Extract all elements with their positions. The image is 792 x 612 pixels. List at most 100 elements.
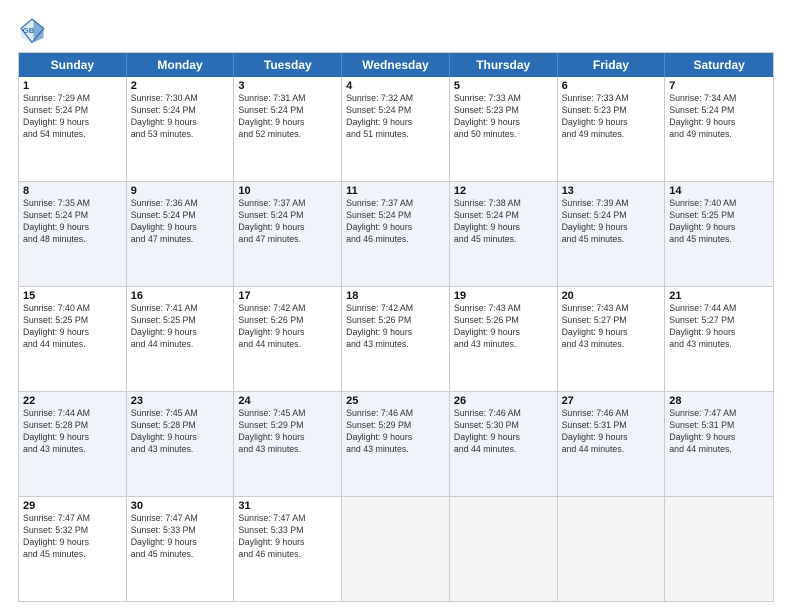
day-number: 7 [669, 80, 769, 92]
day-cell-7: 7Sunrise: 7:34 AMSunset: 5:24 PMDaylight… [665, 77, 773, 181]
day-info: Sunrise: 7:45 AMSunset: 5:29 PMDaylight:… [238, 408, 337, 456]
day-cell-13: 13Sunrise: 7:39 AMSunset: 5:24 PMDayligh… [558, 182, 666, 286]
weekday-header-tuesday: Tuesday [234, 53, 342, 77]
weekday-header-sunday: Sunday [19, 53, 127, 77]
logo: GB [18, 16, 50, 44]
day-number: 28 [669, 395, 769, 407]
day-cell-9: 9Sunrise: 7:36 AMSunset: 5:24 PMDaylight… [127, 182, 235, 286]
day-cell-19: 19Sunrise: 7:43 AMSunset: 5:26 PMDayligh… [450, 287, 558, 391]
page: GB SundayMondayTuesdayWednesdayThursdayF… [0, 0, 792, 612]
day-number: 21 [669, 290, 769, 302]
day-info: Sunrise: 7:47 AMSunset: 5:33 PMDaylight:… [238, 513, 337, 561]
day-info: Sunrise: 7:47 AMSunset: 5:31 PMDaylight:… [669, 408, 769, 456]
day-cell-18: 18Sunrise: 7:42 AMSunset: 5:26 PMDayligh… [342, 287, 450, 391]
day-info: Sunrise: 7:40 AMSunset: 5:25 PMDaylight:… [669, 198, 769, 246]
day-cell-16: 16Sunrise: 7:41 AMSunset: 5:25 PMDayligh… [127, 287, 235, 391]
day-cell-11: 11Sunrise: 7:37 AMSunset: 5:24 PMDayligh… [342, 182, 450, 286]
day-info: Sunrise: 7:33 AMSunset: 5:23 PMDaylight:… [454, 93, 553, 141]
day-info: Sunrise: 7:34 AMSunset: 5:24 PMDaylight:… [669, 93, 769, 141]
day-info: Sunrise: 7:40 AMSunset: 5:25 PMDaylight:… [23, 303, 122, 351]
day-info: Sunrise: 7:30 AMSunset: 5:24 PMDaylight:… [131, 93, 230, 141]
day-info: Sunrise: 7:46 AMSunset: 5:30 PMDaylight:… [454, 408, 553, 456]
day-cell-25: 25Sunrise: 7:46 AMSunset: 5:29 PMDayligh… [342, 392, 450, 496]
day-cell-28: 28Sunrise: 7:47 AMSunset: 5:31 PMDayligh… [665, 392, 773, 496]
day-number: 14 [669, 185, 769, 197]
day-number: 2 [131, 80, 230, 92]
day-cell-12: 12Sunrise: 7:38 AMSunset: 5:24 PMDayligh… [450, 182, 558, 286]
day-info: Sunrise: 7:43 AMSunset: 5:27 PMDaylight:… [562, 303, 661, 351]
day-number: 10 [238, 185, 337, 197]
day-cell-4: 4Sunrise: 7:32 AMSunset: 5:24 PMDaylight… [342, 77, 450, 181]
day-number: 13 [562, 185, 661, 197]
day-number: 16 [131, 290, 230, 302]
day-number: 8 [23, 185, 122, 197]
day-cell-10: 10Sunrise: 7:37 AMSunset: 5:24 PMDayligh… [234, 182, 342, 286]
day-cell-22: 22Sunrise: 7:44 AMSunset: 5:28 PMDayligh… [19, 392, 127, 496]
day-cell-8: 8Sunrise: 7:35 AMSunset: 5:24 PMDaylight… [19, 182, 127, 286]
day-info: Sunrise: 7:46 AMSunset: 5:29 PMDaylight:… [346, 408, 445, 456]
svg-text:GB: GB [23, 26, 35, 35]
day-info: Sunrise: 7:31 AMSunset: 5:24 PMDaylight:… [238, 93, 337, 141]
day-info: Sunrise: 7:47 AMSunset: 5:33 PMDaylight:… [131, 513, 230, 561]
day-cell-20: 20Sunrise: 7:43 AMSunset: 5:27 PMDayligh… [558, 287, 666, 391]
day-number: 9 [131, 185, 230, 197]
day-info: Sunrise: 7:37 AMSunset: 5:24 PMDaylight:… [346, 198, 445, 246]
day-info: Sunrise: 7:46 AMSunset: 5:31 PMDaylight:… [562, 408, 661, 456]
day-info: Sunrise: 7:45 AMSunset: 5:28 PMDaylight:… [131, 408, 230, 456]
calendar-row-4: 22Sunrise: 7:44 AMSunset: 5:28 PMDayligh… [19, 392, 773, 497]
day-info: Sunrise: 7:32 AMSunset: 5:24 PMDaylight:… [346, 93, 445, 141]
day-cell-3: 3Sunrise: 7:31 AMSunset: 5:24 PMDaylight… [234, 77, 342, 181]
calendar-row-3: 15Sunrise: 7:40 AMSunset: 5:25 PMDayligh… [19, 287, 773, 392]
day-cell-30: 30Sunrise: 7:47 AMSunset: 5:33 PMDayligh… [127, 497, 235, 601]
day-info: Sunrise: 7:44 AMSunset: 5:27 PMDaylight:… [669, 303, 769, 351]
day-cell-15: 15Sunrise: 7:40 AMSunset: 5:25 PMDayligh… [19, 287, 127, 391]
day-number: 12 [454, 185, 553, 197]
header: GB [18, 16, 774, 44]
calendar-row-1: 1Sunrise: 7:29 AMSunset: 5:24 PMDaylight… [19, 77, 773, 182]
day-number: 22 [23, 395, 122, 407]
day-number: 18 [346, 290, 445, 302]
calendar-row-5: 29Sunrise: 7:47 AMSunset: 5:32 PMDayligh… [19, 497, 773, 601]
calendar-header: SundayMondayTuesdayWednesdayThursdayFrid… [19, 53, 773, 77]
day-info: Sunrise: 7:47 AMSunset: 5:32 PMDaylight:… [23, 513, 122, 561]
day-info: Sunrise: 7:41 AMSunset: 5:25 PMDaylight:… [131, 303, 230, 351]
day-info: Sunrise: 7:43 AMSunset: 5:26 PMDaylight:… [454, 303, 553, 351]
day-number: 6 [562, 80, 661, 92]
day-cell-5: 5Sunrise: 7:33 AMSunset: 5:23 PMDaylight… [450, 77, 558, 181]
weekday-header-wednesday: Wednesday [342, 53, 450, 77]
day-number: 25 [346, 395, 445, 407]
day-number: 24 [238, 395, 337, 407]
day-cell-27: 27Sunrise: 7:46 AMSunset: 5:31 PMDayligh… [558, 392, 666, 496]
weekday-header-thursday: Thursday [450, 53, 558, 77]
empty-cell [342, 497, 450, 601]
calendar-body: 1Sunrise: 7:29 AMSunset: 5:24 PMDaylight… [19, 77, 773, 601]
empty-cell [665, 497, 773, 601]
day-number: 19 [454, 290, 553, 302]
day-number: 30 [131, 500, 230, 512]
day-info: Sunrise: 7:35 AMSunset: 5:24 PMDaylight:… [23, 198, 122, 246]
day-info: Sunrise: 7:42 AMSunset: 5:26 PMDaylight:… [238, 303, 337, 351]
weekday-header-friday: Friday [558, 53, 666, 77]
day-number: 23 [131, 395, 230, 407]
day-number: 3 [238, 80, 337, 92]
empty-cell [450, 497, 558, 601]
day-info: Sunrise: 7:36 AMSunset: 5:24 PMDaylight:… [131, 198, 230, 246]
logo-icon: GB [18, 16, 46, 44]
weekday-header-monday: Monday [127, 53, 235, 77]
day-info: Sunrise: 7:38 AMSunset: 5:24 PMDaylight:… [454, 198, 553, 246]
day-info: Sunrise: 7:33 AMSunset: 5:23 PMDaylight:… [562, 93, 661, 141]
day-number: 5 [454, 80, 553, 92]
day-cell-6: 6Sunrise: 7:33 AMSunset: 5:23 PMDaylight… [558, 77, 666, 181]
day-number: 17 [238, 290, 337, 302]
day-cell-26: 26Sunrise: 7:46 AMSunset: 5:30 PMDayligh… [450, 392, 558, 496]
day-number: 15 [23, 290, 122, 302]
day-number: 1 [23, 80, 122, 92]
day-info: Sunrise: 7:42 AMSunset: 5:26 PMDaylight:… [346, 303, 445, 351]
weekday-header-saturday: Saturday [665, 53, 773, 77]
day-cell-23: 23Sunrise: 7:45 AMSunset: 5:28 PMDayligh… [127, 392, 235, 496]
calendar: SundayMondayTuesdayWednesdayThursdayFrid… [18, 52, 774, 602]
day-cell-1: 1Sunrise: 7:29 AMSunset: 5:24 PMDaylight… [19, 77, 127, 181]
day-cell-24: 24Sunrise: 7:45 AMSunset: 5:29 PMDayligh… [234, 392, 342, 496]
day-number: 4 [346, 80, 445, 92]
day-cell-29: 29Sunrise: 7:47 AMSunset: 5:32 PMDayligh… [19, 497, 127, 601]
